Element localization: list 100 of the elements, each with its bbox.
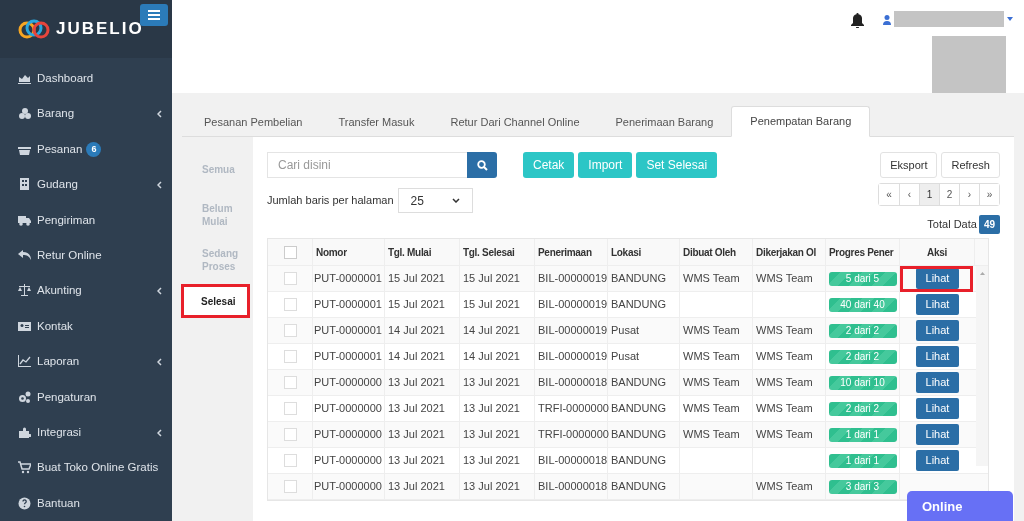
checkbox[interactable]: [283, 245, 297, 259]
logo-icon: [18, 17, 50, 40]
scrollbar[interactable]: [976, 266, 988, 466]
caret-icon[interactable]: [1007, 17, 1013, 21]
line-chart-icon: [18, 355, 31, 369]
checkbox[interactable]: [283, 324, 297, 337]
table-cell-text: BANDUNG: [611, 297, 666, 313]
menu-icon: [148, 10, 160, 20]
sidebar-item[interactable]: Buat Toko Online Gratis: [0, 450, 172, 486]
progress-bar: 2 dari 2: [828, 323, 897, 338]
checkbox[interactable]: [283, 454, 297, 467]
table-cell-text: 15 Jul 2021: [463, 271, 520, 287]
puzzle-icon: [18, 426, 31, 439]
contact-card-icon: [18, 319, 31, 333]
sidebar-item[interactable]: Bantuan: [0, 485, 172, 521]
sidebar-item[interactable]: Pengaturan: [0, 379, 172, 415]
chevron-left-icon: [157, 110, 162, 118]
table-cell-text: 13 Jul 2021: [388, 479, 445, 495]
table-cell-text: BANDUNG: [611, 427, 666, 443]
status-filter-tab[interactable]: Selesai: [181, 284, 250, 318]
balance-scale-icon: [18, 284, 31, 298]
checkbox[interactable]: [283, 480, 297, 493]
tab[interactable]: Transfer Masuk: [320, 107, 433, 137]
search-placeholder: Cari disini: [278, 157, 331, 174]
progress-bar: 2 dari 2: [828, 401, 897, 416]
progress-bar: 5 dari 5: [828, 271, 897, 286]
table-cell-text: 14 Jul 2021: [463, 349, 520, 365]
checkbox[interactable]: [283, 272, 297, 285]
sidebar-item[interactable]: Integrasi: [0, 414, 172, 451]
tab[interactable]: Retur Dari Channel Online: [432, 107, 598, 137]
checkbox[interactable]: [283, 402, 297, 415]
column-header: Tgl. Mulai: [385, 239, 460, 265]
chevron-left-icon: [157, 357, 162, 366]
table-cell-text: BANDUNG: [611, 453, 666, 469]
table-cell-text: 14 Jul 2021: [388, 323, 445, 339]
chevron-left-icon: [157, 286, 162, 295]
sidebar-item[interactable]: Barang: [0, 96, 172, 132]
table-cell-text: WMS Team: [683, 271, 740, 287]
checkbox[interactable]: [283, 298, 297, 311]
table-cell-text: PUT-0000001: [314, 323, 382, 339]
table-cell-text: PUT-0000000: [314, 479, 382, 495]
view-button[interactable]: Lihat: [916, 320, 959, 341]
search-icon: [476, 159, 488, 171]
table-cell-text: BIL-00000018: [538, 479, 608, 495]
tab[interactable]: Pesanan Pembelian: [186, 107, 321, 137]
view-button[interactable]: Lihat: [916, 294, 959, 315]
table-cell-text: WMS Team: [683, 375, 740, 391]
chevron-left-icon: [157, 180, 162, 189]
menu-button[interactable]: [140, 4, 168, 26]
table-cell-text: 14 Jul 2021: [463, 323, 520, 339]
table-cell-text: TRFI-0000000: [538, 427, 609, 443]
sidebar-item[interactable]: Akunting: [0, 273, 172, 309]
table-cell-text: WMS Team: [756, 375, 813, 391]
view-button[interactable]: Lihat: [916, 450, 959, 471]
view-button[interactable]: Lihat: [916, 346, 959, 367]
table-cell-text: WMS Team: [756, 271, 813, 287]
toolbar-button[interactable]: Eksport: [880, 152, 938, 178]
sidebar-item[interactable]: Gudang: [0, 167, 172, 203]
toolbar-button[interactable]: Refresh: [941, 152, 1000, 178]
tab[interactable]: Penerimaan Barang: [597, 107, 732, 137]
table-cell-text: 13 Jul 2021: [388, 427, 445, 443]
sidebar-item[interactable]: Retur Online: [0, 237, 172, 274]
sidebar-item[interactable]: Dashboard: [0, 60, 172, 97]
pagination-button[interactable]: »: [979, 184, 999, 205]
sidebar-item[interactable]: Pesanan 6: [0, 131, 172, 168]
search-button[interactable]: [467, 152, 497, 178]
checkbox[interactable]: [283, 350, 297, 363]
table-cell-text: PUT-0000000: [314, 427, 382, 443]
pagination-button[interactable]: 1: [919, 184, 939, 205]
view-button[interactable]: Lihat: [916, 268, 959, 289]
table-cell-text: 13 Jul 2021: [463, 375, 520, 391]
chat-button[interactable]: Online: [907, 491, 1013, 521]
view-button[interactable]: Lihat: [916, 424, 959, 445]
progress-bar: 2 dari 2: [828, 349, 897, 364]
table-cell-text: 13 Jul 2021: [463, 479, 520, 495]
sidebar-item[interactable]: Laporan: [0, 344, 172, 380]
sidebar-item[interactable]: Pengiriman: [0, 202, 172, 238]
total-count-badge: 49: [978, 215, 1000, 234]
table-cell-text: WMS Team: [756, 323, 813, 339]
table-cell-text: PUT-0000000: [314, 401, 382, 417]
column-header: Dikerjakan Ol: [753, 239, 826, 265]
rows-per-page-label: Jumlah baris per halaman: [267, 193, 394, 208]
scroll-up-icon[interactable]: [979, 272, 985, 275]
checkbox[interactable]: [283, 428, 297, 441]
cart-icon: [18, 461, 31, 475]
checkbox[interactable]: [283, 376, 297, 389]
column-header: Tgl. Selesai: [460, 239, 535, 265]
tab[interactable]: Penempatan Barang: [731, 106, 871, 137]
rows-per-page-select[interactable]: 25: [397, 188, 473, 213]
view-button[interactable]: Lihat: [916, 398, 959, 419]
table-cell-text: 15 Jul 2021: [388, 297, 445, 313]
table-cell-text: Pusat: [611, 323, 640, 339]
progress-bar: 1 dari 1: [828, 453, 897, 468]
view-button[interactable]: Lihat: [916, 372, 959, 393]
sidebar-item[interactable]: Kontak: [0, 308, 172, 345]
bell-icon[interactable]: [851, 13, 864, 28]
table-cell-text: BIL-00000018: [538, 453, 608, 469]
table-cell-text: PUT-0000001: [314, 297, 382, 313]
table-cell-text: 13 Jul 2021: [388, 401, 445, 417]
table-cell-text: BANDUNG: [611, 401, 666, 417]
